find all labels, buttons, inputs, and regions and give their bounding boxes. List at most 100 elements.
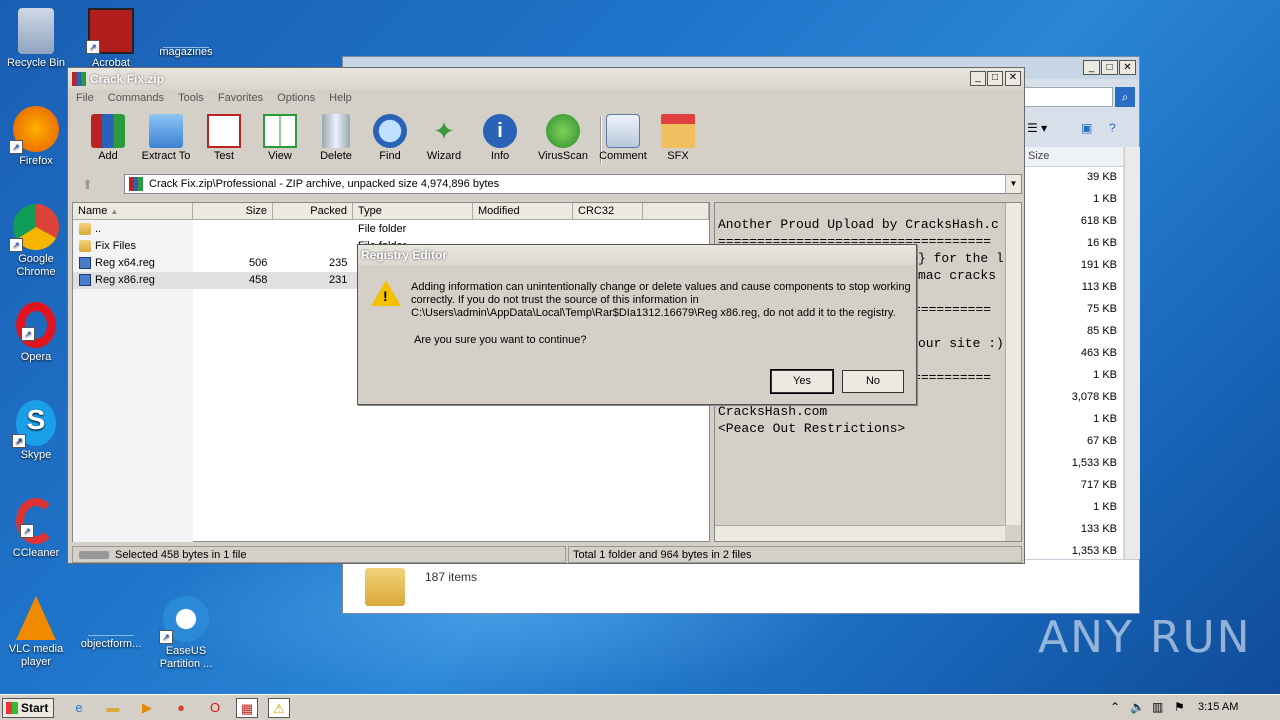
- list-item[interactable]: 1 KB: [1024, 365, 1123, 387]
- test-button[interactable]: Test: [206, 114, 242, 162]
- comment-button[interactable]: Comment: [598, 114, 648, 162]
- desktop-icon-recycle-bin[interactable]: Recycle Bin: [1, 8, 71, 70]
- registry-editor-dialog[interactable]: Registry Editor ! Adding information can…: [357, 244, 917, 405]
- column-header-crc32[interactable]: CRC32: [573, 203, 643, 220]
- list-item[interactable]: 1,533 KB: [1024, 453, 1123, 475]
- start-button[interactable]: Start: [2, 698, 54, 718]
- table-row[interactable]: .. File folder: [73, 221, 709, 238]
- list-item[interactable]: 133 KB: [1024, 519, 1123, 541]
- menu-options[interactable]: Options: [269, 90, 315, 104]
- up-arrow-icon[interactable]: ⬆: [82, 177, 93, 193]
- menu-favorites[interactable]: Favorites: [210, 90, 263, 104]
- list-item[interactable]: 16 KB: [1024, 233, 1123, 255]
- column-header-modified[interactable]: Modified: [473, 203, 573, 220]
- volume-icon[interactable]: 🔈: [1130, 700, 1145, 714]
- list-item[interactable]: 3,078 KB: [1024, 387, 1123, 409]
- desktop-icon-acrobat[interactable]: ↗ Acrobat: [76, 8, 146, 70]
- desktop-icon-magazines[interactable]: magazines: [151, 8, 221, 59]
- comment-line: mac cracks: [918, 268, 997, 283]
- list-item[interactable]: 618 KB: [1024, 211, 1123, 233]
- chrome-taskbar-icon[interactable]: ●: [170, 698, 192, 718]
- menu-help[interactable]: Help: [321, 90, 352, 104]
- help-icon[interactable]: ?: [1109, 121, 1116, 135]
- sfx-button[interactable]: SFX: [658, 114, 698, 162]
- explorer-taskbar-icon[interactable]: ▬: [102, 698, 124, 718]
- view-options-icon[interactable]: ☰ ▾: [1027, 121, 1047, 135]
- delete-button[interactable]: Delete: [316, 114, 356, 162]
- opera-taskbar-icon[interactable]: O: [204, 698, 226, 718]
- archive-path-field[interactable]: Crack Fix.zip\Professional - ZIP archive…: [124, 174, 1022, 194]
- dialog-question: Are you sure you want to continue?: [414, 334, 587, 346]
- desktop-icon-opera[interactable]: ↗ Opera: [1, 302, 71, 364]
- list-item[interactable]: 1 KB: [1024, 497, 1123, 519]
- flag-icon[interactable]: ⚑: [1174, 700, 1185, 714]
- comment-line: } for the l: [918, 251, 1004, 266]
- list-item[interactable]: 717 KB: [1024, 475, 1123, 497]
- column-header-size[interactable]: Size: [193, 203, 273, 220]
- winrar-taskbar-icon[interactable]: ▦: [236, 698, 258, 718]
- view-button[interactable]: View: [260, 114, 300, 162]
- comment-line: CracksHash.com: [718, 404, 828, 419]
- list-item[interactable]: 67 KB: [1024, 431, 1123, 453]
- list-item[interactable]: 191 KB: [1024, 255, 1123, 277]
- explorer-close-button[interactable]: ✕: [1119, 60, 1136, 75]
- preview-pane-icon[interactable]: ▣: [1081, 121, 1092, 135]
- info-button[interactable]: i Info: [482, 114, 518, 162]
- column-header-name[interactable]: Name ▲: [73, 203, 193, 220]
- desktop-icon-objectform[interactable]: objectform...: [76, 596, 146, 651]
- list-item[interactable]: 113 KB: [1024, 277, 1123, 299]
- list-item[interactable]: 463 KB: [1024, 343, 1123, 365]
- media-player-taskbar-icon[interactable]: ▶: [136, 698, 158, 718]
- list-item[interactable]: 85 KB: [1024, 321, 1123, 343]
- comment-horizontal-scrollbar[interactable]: [715, 525, 1005, 541]
- maximize-button[interactable]: □: [987, 71, 1003, 86]
- size-column-header[interactable]: Size: [1024, 147, 1123, 167]
- explorer-minimize-button[interactable]: _: [1083, 60, 1100, 75]
- list-item[interactable]: 75 KB: [1024, 299, 1123, 321]
- winrar-titlebar[interactable]: Crack Fix.zip _ □ ✕: [68, 68, 1024, 90]
- chevron-down-icon[interactable]: ▼: [1005, 175, 1021, 193]
- list-item[interactable]: 1 KB: [1024, 189, 1123, 211]
- warning-exclamation: !: [383, 288, 388, 304]
- yes-button[interactable]: Yes: [770, 369, 834, 394]
- registry-file-icon: [79, 257, 91, 269]
- wizard-button[interactable]: ✦ Wizard: [424, 114, 464, 162]
- explorer-view-toolbar[interactable]: ☰ ▾ ▣ ?: [1023, 119, 1138, 141]
- comment-line: our site :): [918, 336, 1004, 351]
- column-header-packed[interactable]: Packed: [273, 203, 353, 220]
- recycle-bin-icon: [18, 8, 54, 54]
- desktop-icon-firefox[interactable]: ↗ Firefox: [1, 106, 71, 168]
- minimize-button[interactable]: _: [970, 71, 986, 86]
- menu-commands[interactable]: Commands: [100, 90, 164, 104]
- menu-tools[interactable]: Tools: [170, 90, 204, 104]
- comment-line: Another Proud Upload by CracksHash.c: [718, 217, 999, 232]
- desktop-icon-skype[interactable]: S ↗ Skype: [1, 400, 71, 462]
- search-icon[interactable]: ⌕: [1115, 87, 1135, 107]
- desktop-icon-easeus[interactable]: ↗ EaseUS Partition ...: [151, 596, 221, 671]
- no-button[interactable]: No: [842, 370, 904, 393]
- explorer-search-input[interactable]: [1023, 87, 1113, 107]
- desktop-icon-chrome[interactable]: ↗ Google Chrome: [1, 204, 71, 279]
- column-header-filler: [643, 203, 709, 220]
- warning-taskbar-icon[interactable]: ⚠: [268, 698, 290, 718]
- add-button[interactable]: Add: [90, 114, 126, 162]
- extract-to-button[interactable]: Extract To: [138, 114, 194, 162]
- list-item[interactable]: 1 KB: [1024, 409, 1123, 431]
- explorer-scrollbar[interactable]: [1124, 147, 1140, 559]
- explorer-maximize-button[interactable]: □: [1101, 60, 1118, 75]
- taskbar-clock[interactable]: 3:15 AM: [1198, 701, 1238, 713]
- show-hidden-icons-icon[interactable]: ⌃: [1110, 700, 1120, 714]
- list-item[interactable]: 39 KB: [1024, 167, 1123, 189]
- ie-taskbar-icon[interactable]: e: [68, 698, 90, 718]
- menu-file[interactable]: File: [68, 90, 94, 104]
- dialog-title[interactable]: Registry Editor: [358, 245, 916, 265]
- column-header-type[interactable]: Type: [353, 203, 473, 220]
- desktop-icon-ccleaner[interactable]: ↗ CCleaner: [1, 498, 71, 560]
- desktop-icon-vlc[interactable]: VLC media player: [1, 596, 71, 669]
- close-button[interactable]: ✕: [1005, 71, 1021, 86]
- comment-vertical-scrollbar[interactable]: [1005, 203, 1021, 525]
- virusscan-button[interactable]: VirusScan: [538, 114, 588, 162]
- find-button[interactable]: Find: [372, 114, 408, 162]
- network-icon[interactable]: ▥: [1152, 700, 1163, 714]
- view-book-icon: [263, 114, 297, 148]
